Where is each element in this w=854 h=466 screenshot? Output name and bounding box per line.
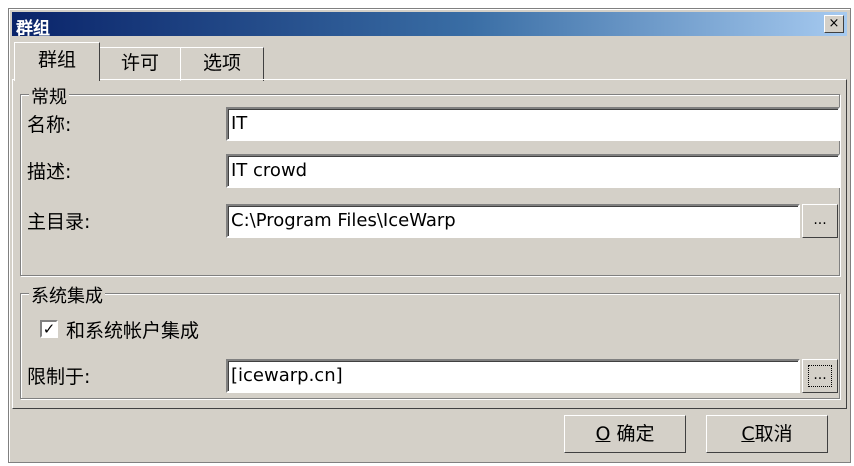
close-button[interactable]: × — [824, 15, 844, 33]
name-input[interactable]: IT — [226, 107, 840, 141]
integrate-checkbox[interactable]: ✓ — [40, 320, 58, 338]
ok-label: 确定 — [616, 423, 655, 445]
home-directory-input[interactable]: C:\Program Files\IceWarp — [226, 204, 800, 238]
description-label: 描述: — [27, 161, 72, 183]
tab-options[interactable]: 选项 — [180, 47, 264, 81]
group-dialog: 群组 × 群组 许可 选项 常规 名称: IT 描述: IT crowd 主目录… — [8, 8, 851, 463]
check-icon: ✓ — [42, 320, 56, 338]
close-icon: × — [828, 16, 840, 31]
limit-to-browse-button[interactable]: ... — [802, 359, 838, 393]
limit-to-input[interactable]: [icewarp.cn] — [226, 359, 800, 393]
cancel-label: 取消 — [754, 423, 793, 445]
integrate-checkbox-label[interactable]: 和系统帐户集成 — [66, 316, 199, 343]
ok-button[interactable]: O 确定 — [564, 415, 686, 453]
system-integration-legend: 系统集成 — [29, 282, 105, 308]
limit-to-label: 限制于: — [27, 366, 91, 388]
description-input[interactable]: IT crowd — [226, 154, 840, 188]
ok-accelerator: O — [595, 423, 611, 445]
title-bar[interactable]: 群组 × — [12, 12, 847, 39]
name-label: 名称: — [27, 114, 72, 136]
home-directory-label: 主目录: — [27, 211, 91, 233]
window-title: 群组 — [16, 19, 50, 39]
tab-permission[interactable]: 许可 — [99, 47, 181, 81]
home-directory-browse-button[interactable]: ... — [802, 204, 838, 238]
cancel-button[interactable]: C取消 — [706, 415, 828, 453]
tab-group[interactable]: 群组 — [14, 42, 100, 81]
tab-panel: 常规 名称: IT 描述: IT crowd 主目录: C:\Program F… — [12, 79, 847, 409]
cancel-accelerator: C — [741, 423, 755, 445]
general-legend: 常规 — [29, 83, 69, 109]
